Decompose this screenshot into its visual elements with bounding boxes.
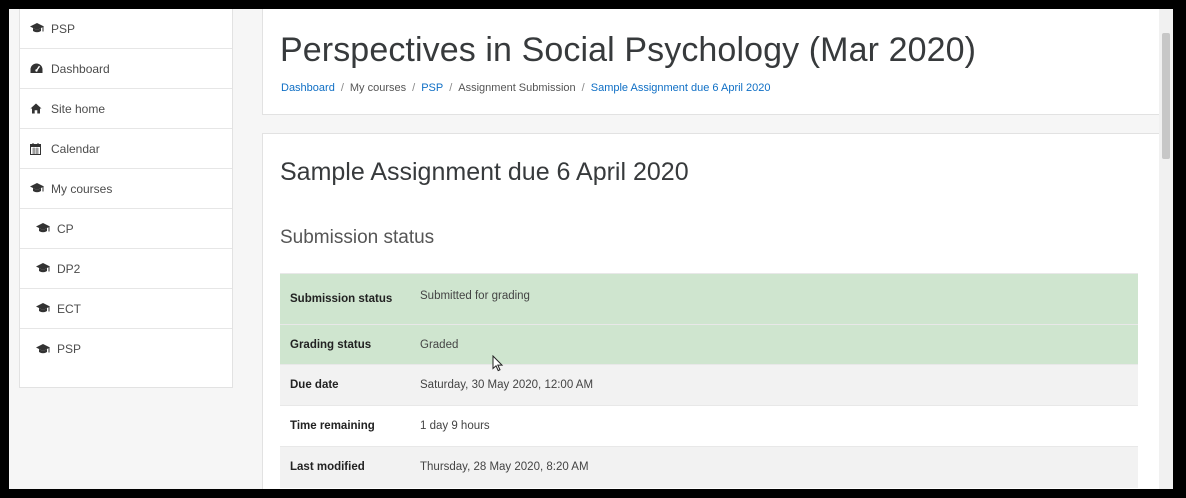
mouse-cursor-icon [492, 354, 504, 377]
dashboard-icon [30, 63, 46, 75]
graduation-cap-icon [30, 183, 46, 195]
table-row: Time remaining 1 day 9 hours [280, 405, 1138, 447]
row-label: Submission status [280, 273, 410, 325]
sidebar-item-my-courses[interactable]: My courses [20, 169, 232, 209]
row-value: Thursday, 28 May 2020, 8:20 AM [410, 446, 1138, 488]
sidebar-item-label: PSP [57, 342, 82, 356]
page-title: Perspectives in Social Psychology (Mar 2… [280, 31, 977, 69]
sidebar-item-label: Calendar [51, 141, 100, 156]
breadcrumb-assignment-submission: Assignment Submission [458, 82, 576, 94]
sidebar-item-dashboard[interactable]: Dashboard [20, 49, 232, 89]
sidebar-item-psp-course[interactable]: PSP [20, 329, 232, 369]
submission-status-heading: Submission status [280, 227, 435, 248]
sidebar-nav: PSP Dashboard Site home Calendar My cour… [19, 9, 233, 388]
breadcrumb-psp[interactable]: PSP [421, 82, 443, 94]
sidebar-item-label: DP2 [57, 261, 81, 276]
row-label: Grading status [280, 324, 410, 365]
sidebar-item-psp[interactable]: PSP [20, 9, 232, 49]
sidebar-item-label: ECT [57, 301, 81, 316]
row-label: Time remaining [280, 405, 410, 447]
assignment-card: Sample Assignment due 6 April 2020 Submi… [262, 133, 1168, 489]
row-value: Submitted for grading [410, 273, 1138, 325]
graduation-cap-icon [36, 263, 52, 275]
breadcrumb-separator: / [581, 82, 585, 94]
sidebar-item-label: My courses [51, 181, 113, 196]
breadcrumb-separator: / [412, 82, 416, 94]
breadcrumb-separator: / [449, 82, 453, 94]
graduation-cap-icon [36, 343, 52, 355]
sidebar-item-dp2[interactable]: DP2 [20, 249, 232, 289]
table-row: Submission status Submitted for grading [280, 273, 1138, 325]
table-row: Grading status Graded [280, 324, 1138, 365]
page-header: Perspectives in Social Psychology (Mar 2… [262, 9, 1168, 115]
breadcrumb-my-courses: My courses [349, 82, 407, 94]
sidebar-item-site-home[interactable]: Site home [20, 89, 232, 129]
graduation-cap-icon [30, 23, 46, 35]
row-label: Last modified [280, 446, 410, 488]
sidebar-item-cp[interactable]: CP [20, 209, 232, 249]
graduation-cap-icon [36, 223, 52, 235]
row-value: Saturday, 30 May 2020, 12:00 AM [410, 364, 1138, 406]
breadcrumb-sample-assignment[interactable]: Sample Assignment due 6 April 2020 [591, 82, 771, 94]
calendar-icon [30, 142, 46, 155]
breadcrumb-separator: / [340, 82, 344, 94]
sidebar-item-label: CP [57, 221, 74, 236]
breadcrumb: Dashboard / My courses / PSP / Assignment Subm… [281, 82, 771, 94]
scrollbar-thumb[interactable] [1162, 33, 1170, 159]
page-scrollbar[interactable] [1159, 9, 1173, 489]
assignment-title: Sample Assignment due 6 April 2020 [280, 158, 689, 186]
sidebar-item-label: Site home [51, 101, 106, 116]
table-row: Last modified Thursday, 28 May 2020, 8:2… [280, 446, 1138, 488]
breadcrumb-dashboard[interactable]: Dashboard [281, 82, 335, 94]
submission-status-table: Submission status Submitted for grading … [280, 273, 1138, 488]
sidebar-item-label: Dashboard [51, 61, 110, 76]
home-icon [30, 103, 46, 115]
row-label: Due date [280, 364, 410, 406]
sidebar-item-label: PSP [51, 21, 76, 36]
graduation-cap-icon [36, 303, 52, 315]
table-row: Due date Saturday, 30 May 2020, 12:00 AM [280, 364, 1138, 406]
sidebar-item-calendar[interactable]: Calendar [20, 129, 232, 169]
row-value: 1 day 9 hours [410, 405, 1138, 447]
row-value: Graded [410, 324, 1138, 365]
sidebar-item-ect[interactable]: ECT [20, 289, 232, 329]
browser-viewport: PSP Dashboard Site home Calendar My cour… [9, 9, 1173, 489]
